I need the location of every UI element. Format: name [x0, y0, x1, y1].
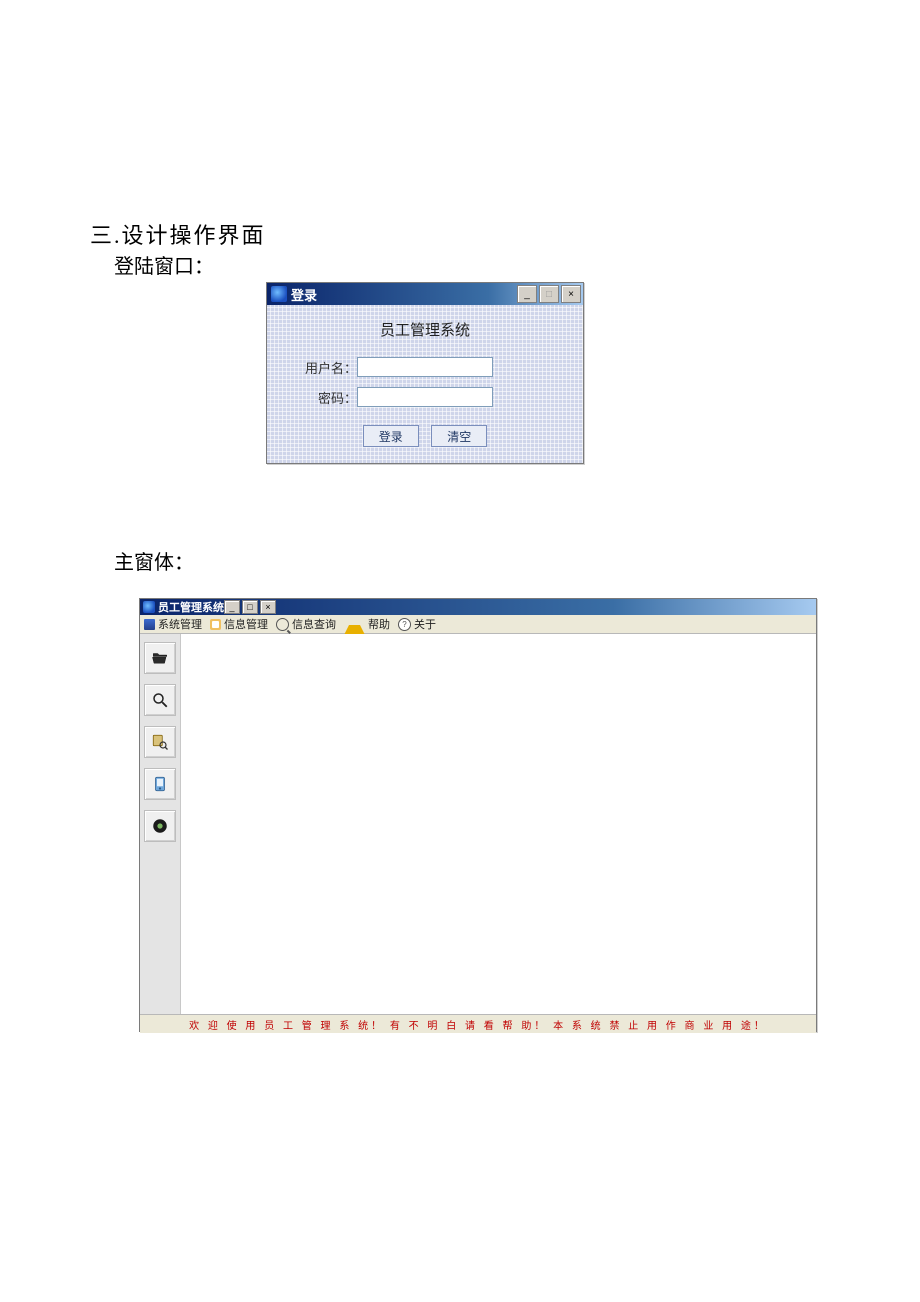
toolbar-user-search[interactable]	[144, 726, 176, 758]
menu-query[interactable]: 信息查询	[276, 616, 336, 632]
login-title: 登录	[291, 285, 317, 304]
toolbar-search[interactable]	[144, 684, 176, 716]
menu-label: 关于	[414, 616, 436, 632]
toolbar-folder-open[interactable]	[144, 642, 176, 674]
main-client-area	[140, 634, 816, 1014]
query-icon	[276, 618, 289, 631]
menu-label: 信息管理	[224, 616, 268, 632]
login-window: 登录 _ □ × 员工管理系统 用户名： 密码： 登录 清空	[266, 282, 584, 464]
login-titlebar: 登录 _ □ ×	[267, 283, 583, 305]
menu-info[interactable]: 信息管理	[210, 616, 268, 632]
folder-open-icon	[151, 649, 169, 667]
menubar: 系统管理 信息管理 信息查询 帮助 ?关于	[140, 615, 816, 634]
menu-system[interactable]: 系统管理	[144, 616, 202, 632]
info-icon	[210, 619, 221, 630]
main-title: 员工管理系统	[158, 599, 224, 615]
password-input[interactable]	[357, 387, 493, 407]
login-button[interactable]: 登录	[363, 425, 419, 447]
menu-label: 信息查询	[292, 616, 336, 632]
close-button[interactable]: ×	[260, 600, 276, 614]
username-input[interactable]	[357, 357, 493, 377]
clear-button[interactable]: 清空	[431, 425, 487, 447]
search-icon	[151, 691, 169, 709]
toolbar	[140, 634, 181, 1014]
close-button[interactable]: ×	[561, 285, 581, 303]
maximize-button: □	[539, 285, 559, 303]
menu-help[interactable]: 帮助	[344, 614, 390, 635]
app-icon	[143, 601, 155, 613]
toolbar-device[interactable]	[144, 768, 176, 800]
maximize-button[interactable]: □	[242, 600, 258, 614]
login-body-title: 员工管理系统	[267, 319, 583, 340]
main-window: 员工管理系统 _ □ × 系统管理 信息管理 信息查询 帮助 ?关于	[139, 598, 817, 1032]
login-section-label: 登陆窗口：	[114, 250, 214, 279]
minimize-button[interactable]: _	[224, 600, 240, 614]
record-icon	[151, 817, 169, 835]
main-titlebar: 员工管理系统 _ □ ×	[140, 599, 816, 615]
password-label: 密码：	[295, 388, 357, 407]
status-text: 欢 迎 使 用 员 工 管 理 系 统！ 有 不 明 白 请 看 帮 助！ 本 …	[189, 1017, 767, 1032]
minimize-button[interactable]: _	[517, 285, 537, 303]
user-search-icon	[151, 733, 169, 751]
menu-label: 帮助	[368, 616, 390, 632]
statusbar: 欢 迎 使 用 员 工 管 理 系 统！ 有 不 明 白 请 看 帮 助！ 本 …	[140, 1014, 816, 1033]
device-icon	[151, 775, 169, 793]
menu-label: 系统管理	[158, 616, 202, 632]
system-icon	[144, 619, 155, 630]
section-heading: 三.设计操作界面	[90, 218, 266, 250]
main-section-label: 主窗体：	[114, 546, 194, 575]
menu-about[interactable]: ?关于	[398, 616, 436, 632]
help-icon	[344, 614, 365, 635]
toolbar-record[interactable]	[144, 810, 176, 842]
about-icon: ?	[398, 618, 411, 631]
app-icon	[271, 286, 287, 302]
username-label: 用户名：	[295, 358, 357, 377]
